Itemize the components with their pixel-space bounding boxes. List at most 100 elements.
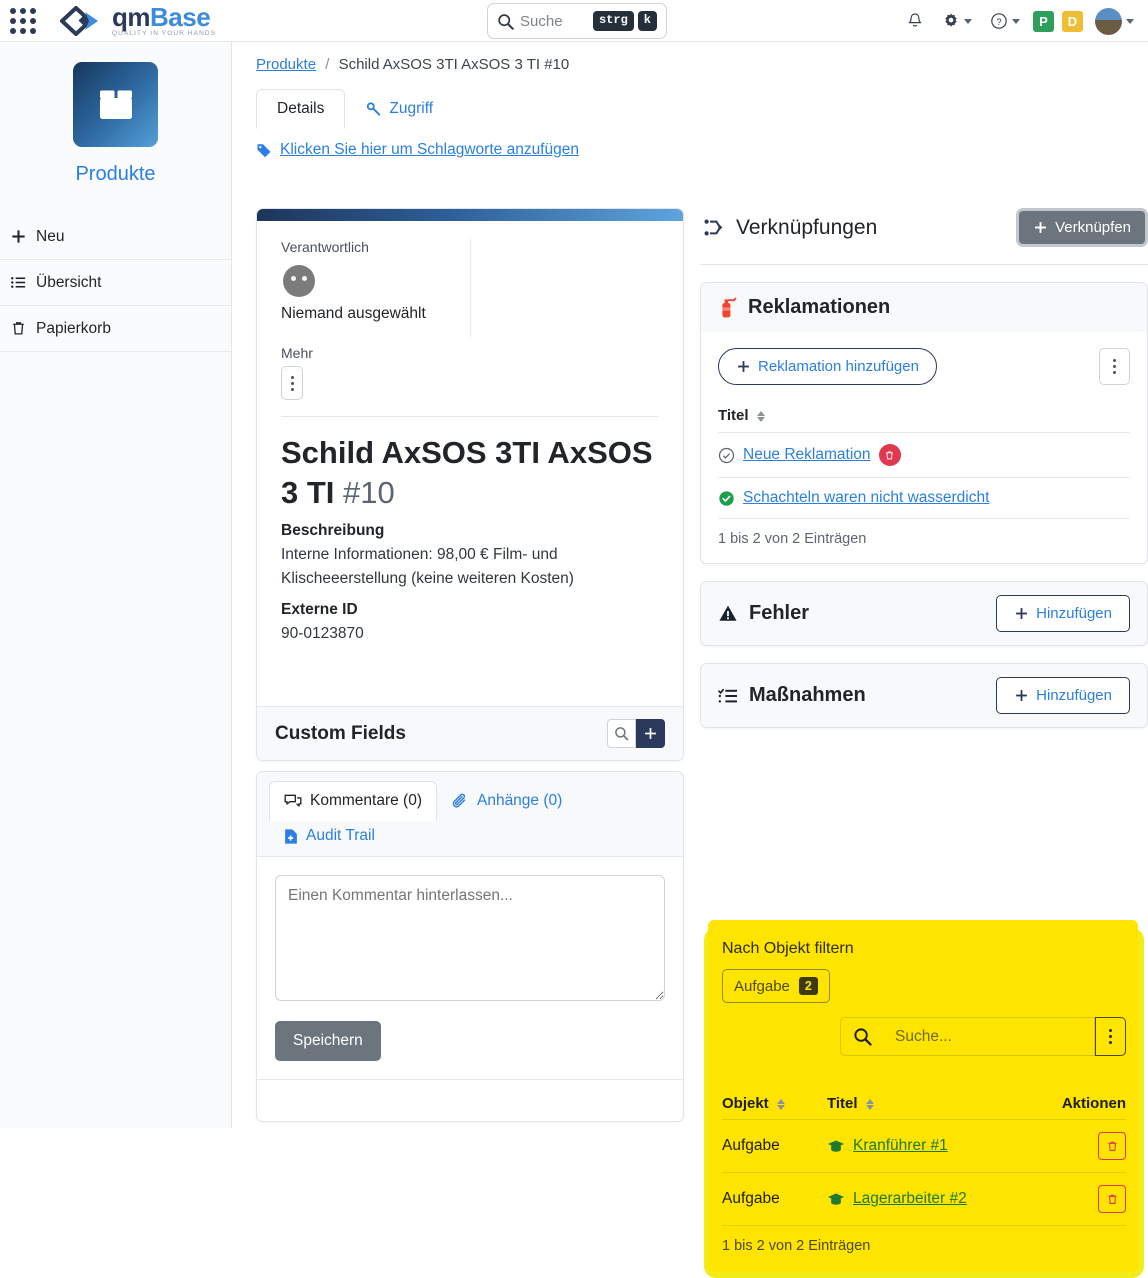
column-header-label: Aktionen [1061, 1095, 1126, 1112]
panel-reklamationen: Reklamationen Reklamation hinzufügen Tit… [700, 282, 1148, 564]
aufgabe-link[interactable]: Kranführer #1 [853, 1137, 948, 1155]
delete-reklamation-button[interactable] [878, 444, 901, 466]
save-comment-button[interactable]: Speichern [275, 1021, 381, 1061]
table-row: Aufgabe Lagerarbeiter #2 [722, 1172, 1126, 1226]
reklamation-add-row: Reklamation hinzufügen [718, 348, 1130, 385]
add-tags-link[interactable]: Klicken Sie hier um Schlagworte anzufüge… [256, 141, 579, 159]
highlight-options-button[interactable] [1095, 1017, 1126, 1056]
custom-fields-bar: Custom Fields [257, 706, 683, 761]
aufgabe-link[interactable]: Lagerarbeiter #2 [853, 1190, 967, 1208]
brand-name-part1: qm [112, 1, 151, 32]
sort-icon [756, 410, 765, 422]
badge-p-button[interactable]: P [1029, 10, 1058, 32]
add-reklamation-button[interactable]: Reklamation hinzufügen [718, 348, 937, 385]
trash-icon [1107, 1141, 1117, 1151]
add-massnahme-button[interactable]: Hinzufügen [996, 677, 1130, 714]
comment-input[interactable] [275, 875, 665, 1001]
sidebar-item-uebersicht[interactable]: Übersicht [0, 260, 231, 306]
highlighted-panel: Nach Objekt filtern Aufgabe 2 Suche... O… [700, 920, 1148, 1278]
tab-details-label: Details [277, 100, 325, 117]
app-grid-button[interactable] [0, 0, 46, 42]
audit-trail-link[interactable]: Audit Trail [269, 821, 389, 856]
reklamationen-options-button[interactable] [1099, 348, 1130, 385]
filter-chip-aufgabe[interactable]: Aufgabe 2 [722, 969, 830, 1003]
plus-icon [738, 361, 749, 372]
add-tags-label: Klicken Sie hier um Schlagworte anzufüge… [280, 141, 579, 158]
kbd-key: k [637, 11, 657, 31]
table-row: Neue Reklamation [718, 432, 1130, 478]
reklamation-link[interactable]: Neue Reklamation [743, 446, 871, 464]
field-value: 90-0123870 [281, 625, 364, 643]
comments-card: Kommentare (0) Anhänge (0) Audit Trail E… [256, 771, 684, 1122]
task-list-icon [718, 688, 737, 703]
sidebar-item-label: Übersicht [36, 273, 102, 291]
filter-label: Nach Objekt filtern [722, 940, 854, 957]
custom-fields-search-button[interactable] [607, 719, 636, 749]
delete-row-button[interactable] [1098, 1185, 1126, 1213]
chevron-down-icon [1126, 18, 1134, 24]
tab-anhaenge[interactable]: Anhänge (0) [437, 781, 577, 821]
field-value: Interne Informationen: 98,00 € Film- und… [281, 546, 574, 588]
sidebar-item-papierkorb[interactable]: Papierkorb [0, 306, 231, 352]
sidebar-item-neu[interactable]: Neu [0, 214, 231, 260]
column-header-titel[interactable]: Titel [827, 1088, 1032, 1120]
top-bar: qmBase QUALITY IN YOUR HANDS Suche strg … [0, 0, 1148, 42]
brand-name-part2: Base [150, 1, 211, 32]
delete-row-button[interactable] [1098, 1132, 1126, 1160]
comments-footer-divider [257, 1079, 683, 1103]
column-header-objekt[interactable]: Objekt [722, 1088, 827, 1120]
links-divider [700, 264, 1148, 265]
responsible-value: Niemand ausgewählt [281, 305, 426, 322]
help-button[interactable]: ? [981, 12, 1029, 30]
sort-icon [776, 1098, 785, 1110]
more-options-button[interactable] [281, 366, 303, 400]
status-done-icon [719, 490, 734, 506]
panel-massnahmen-title: Maßnahmen [749, 684, 866, 706]
verknuepfen-label: Verknüpfen [1055, 219, 1131, 236]
breadcrumb-separator: / [325, 56, 330, 73]
custom-fields-buttons [607, 719, 665, 749]
tab-zugriff[interactable]: Zugriff [345, 89, 454, 129]
custom-fields-add-button[interactable] [636, 719, 665, 749]
custom-fields-title: Custom Fields [275, 722, 406, 744]
comments-icon [284, 794, 302, 807]
cell-objekt: Aufgabe [722, 1172, 827, 1226]
panel-massnahmen-title-group: Maßnahmen [718, 684, 866, 707]
badge-d-button[interactable]: D [1058, 10, 1087, 32]
cell-titel: Lagerarbeiter #2 [827, 1172, 1032, 1226]
status-open-icon [718, 447, 735, 463]
tab-kommentare-label: Kommentare (0) [310, 792, 422, 809]
user-menu-button[interactable] [1087, 7, 1138, 35]
chevron-down-icon [1012, 18, 1020, 24]
field-beschreibung: Beschreibung Interne Informationen: 98,0… [257, 512, 683, 591]
notifications-button[interactable] [897, 12, 933, 30]
column-header-titel[interactable]: Titel [718, 399, 1130, 433]
detail-card: Verantwortlich Niemand ausgewählt Mehr S… [256, 208, 684, 762]
highlight-search-input[interactable]: Suche... [883, 1017, 1095, 1056]
add-fehler-button[interactable]: Hinzufügen [996, 595, 1130, 632]
plus-icon [1016, 608, 1028, 619]
verknuepfen-button[interactable]: Verknüpfen [1016, 208, 1148, 247]
help-circle-icon: ? [991, 13, 1007, 29]
cell-objekt: Aufgabe [722, 1119, 827, 1173]
panel-reklamationen-body: Reklamation hinzufügen Titel Neue Reklam… [701, 332, 1147, 563]
links-title: Verknüpfungen [736, 215, 878, 239]
comments-body: Speichern [257, 856, 683, 1121]
cell-aktionen [1031, 1172, 1126, 1226]
brand-logo[interactable]: qmBase QUALITY IN YOUR HANDS [60, 4, 216, 38]
tab-kommentare[interactable]: Kommentare (0) [269, 781, 437, 821]
page-tabs: Details Zugriff [256, 89, 1148, 129]
card-spacer [257, 646, 683, 706]
global-search-input[interactable]: Suche strg k [487, 3, 667, 39]
breadcrumb-root-link[interactable]: Produkte [256, 56, 316, 73]
avatar [1095, 7, 1122, 35]
filter-chip-count: 2 [798, 977, 818, 995]
fire-extinguisher-icon [722, 297, 737, 317]
tab-details[interactable]: Details [256, 89, 346, 129]
page-title-number: #10 [343, 474, 395, 510]
reklamation-link[interactable]: Schachteln waren nicht wasserdicht [743, 489, 989, 507]
add-massnahme-label: Hinzufügen [1036, 687, 1112, 704]
highlight-search-button[interactable] [840, 1017, 883, 1056]
panel-massnahmen: Maßnahmen Hinzufügen [700, 663, 1148, 728]
settings-button[interactable] [933, 12, 981, 30]
